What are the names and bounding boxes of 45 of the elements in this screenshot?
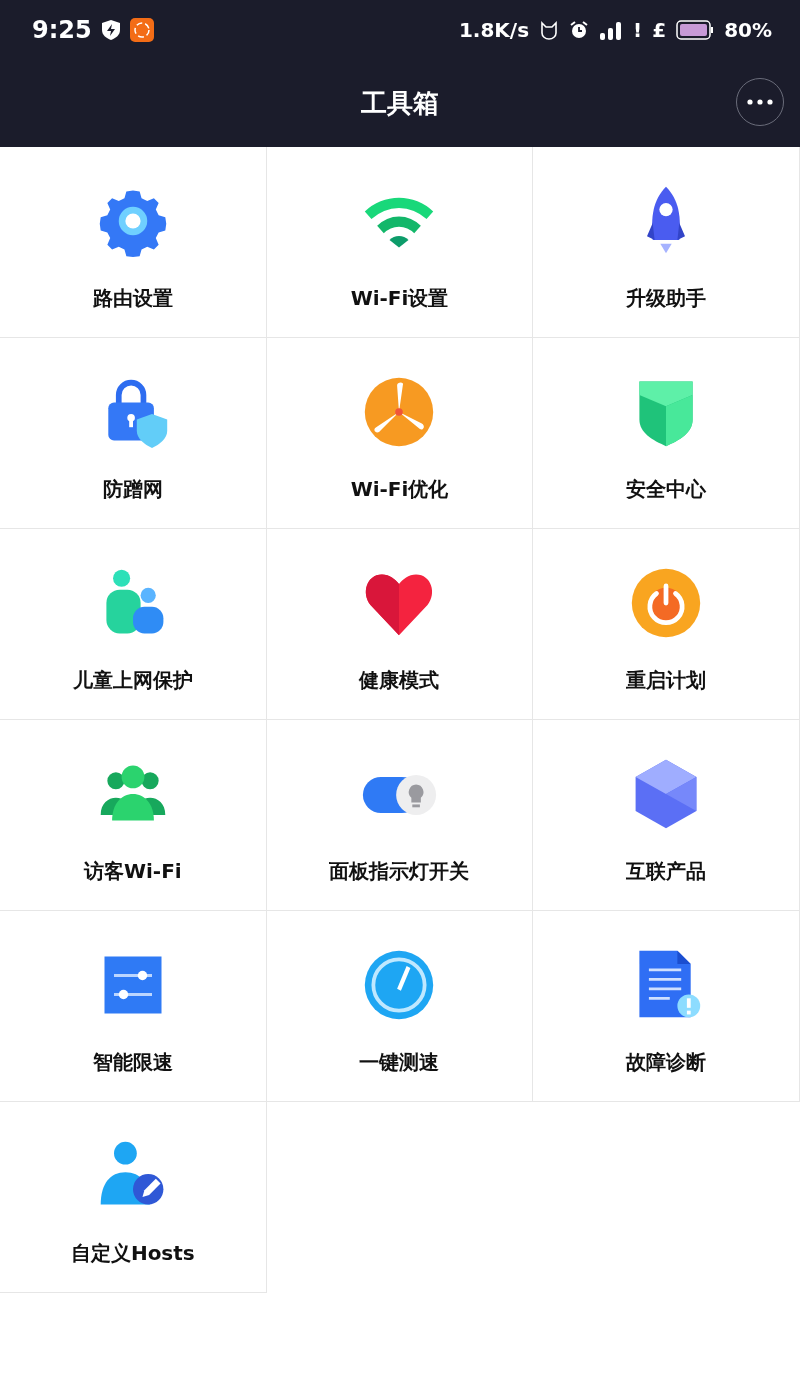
battery-percent: 80% <box>724 18 772 42</box>
page-title: 工具箱 <box>361 87 439 120</box>
tool-tile[interactable]: 访客Wi-Fi <box>0 720 267 911</box>
tool-label: 面板指示灯开关 <box>329 858 470 885</box>
tool-label: 健康模式 <box>359 667 440 694</box>
tool-label: Wi-Fi优化 <box>350 476 449 503</box>
tool-tile[interactable]: 重启计划 <box>533 529 800 720</box>
tool-label: 访客Wi-Fi <box>83 858 182 885</box>
tool-label: 一键测速 <box>359 1049 440 1076</box>
tool-tile[interactable]: 儿童上网保护 <box>0 529 267 720</box>
tool-tile[interactable]: 健康模式 <box>266 529 534 720</box>
currency-symbol: £ <box>652 18 667 42</box>
tool-tile[interactable]: 智能限速 <box>0 911 267 1102</box>
tool-label: 智能限速 <box>92 1049 173 1076</box>
tool-tile[interactable]: 面板指示灯开关 <box>266 720 534 911</box>
clock-time: 9:25 <box>32 16 92 44</box>
tool-tile[interactable]: Wi-Fi设置 <box>266 147 534 338</box>
app-notification-icon <box>129 18 154 42</box>
tool-label: 自定义Hosts <box>70 1240 195 1267</box>
cat-icon <box>539 20 560 40</box>
tool-label: 升级助手 <box>626 285 707 312</box>
tool-label: 路由设置 <box>92 285 173 312</box>
tool-tile[interactable]: 一键测速 <box>266 911 534 1102</box>
tool-tile[interactable]: 互联产品 <box>533 720 800 911</box>
network-speed: 1.8K/s <box>458 18 530 42</box>
tool-tile[interactable]: 防蹭网 <box>0 338 267 529</box>
tool-tile[interactable]: 自定义Hosts <box>0 1102 267 1293</box>
tool-tile[interactable]: 路由设置 <box>0 147 267 338</box>
tool-label: Wi-Fi设置 <box>350 285 449 312</box>
alarm-icon <box>569 20 590 40</box>
tool-label: 故障诊断 <box>626 1049 707 1076</box>
alert-mark: ! <box>633 18 643 42</box>
signal-icon <box>599 20 624 40</box>
battery-icon <box>676 20 715 40</box>
more-icon <box>747 99 773 105</box>
tool-label: 儿童上网保护 <box>72 667 193 694</box>
tool-tile[interactable]: 故障诊断 <box>533 911 800 1102</box>
tool-label: 互联产品 <box>626 858 707 885</box>
shield-bolt-icon <box>101 20 120 40</box>
tool-tile[interactable]: 升级助手 <box>533 147 800 338</box>
tool-label: 重启计划 <box>626 667 707 694</box>
tool-label: 防蹭网 <box>102 476 163 503</box>
tool-tile[interactable]: Wi-Fi优化 <box>266 338 534 529</box>
tool-tile[interactable]: 安全中心 <box>533 338 800 529</box>
tool-label: 安全中心 <box>626 476 707 503</box>
